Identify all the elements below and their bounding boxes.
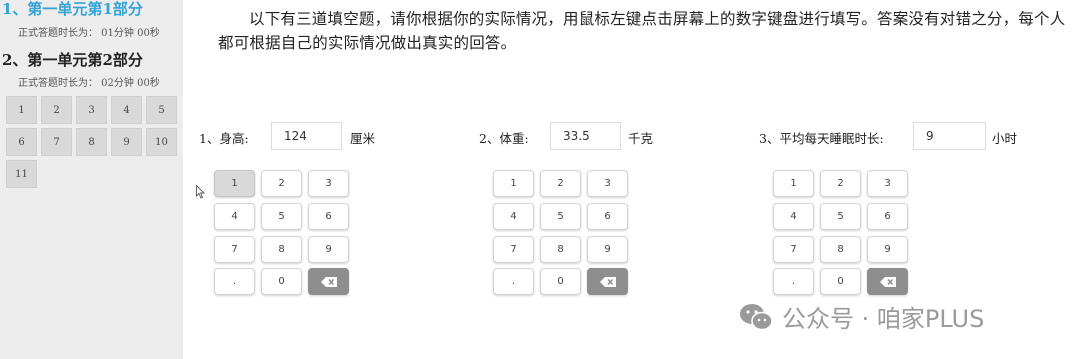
question-button-11[interactable]: 11 xyxy=(6,160,37,188)
keypad-2-key-5[interactable]: 5 xyxy=(540,203,581,230)
keypad-1-key-0[interactable]: 0 xyxy=(261,268,302,295)
keypad-1-key-4[interactable]: 4 xyxy=(214,203,255,230)
keypad-3-key-2[interactable]: 2 xyxy=(820,170,861,197)
keypad-1-key-5[interactable]: 5 xyxy=(261,203,302,230)
keypad-2-key-6[interactable]: 6 xyxy=(587,203,628,230)
keypad-1-key-6[interactable]: 6 xyxy=(308,203,349,230)
question-3-answer-field[interactable]: 9 xyxy=(913,122,986,150)
keypad-1-key-8[interactable]: 8 xyxy=(261,236,302,263)
keypad-3-key-8[interactable]: 8 xyxy=(820,236,861,263)
keypad-1: 1 2 3 4 5 6 7 8 9 . 0 xyxy=(214,170,349,298)
keypad-3-key-dot[interactable]: . xyxy=(773,268,814,295)
question-2-answer-field[interactable]: 33.5 xyxy=(550,122,621,150)
backspace-icon xyxy=(879,276,896,287)
keypad-2-key-1[interactable]: 1 xyxy=(493,170,534,197)
question-3-unit: 小时 xyxy=(992,131,1018,146)
keypad-2-key-7[interactable]: 7 xyxy=(493,236,534,263)
keypad-3-key-4[interactable]: 4 xyxy=(773,203,814,230)
keypad-3-key-3[interactable]: 3 xyxy=(867,170,908,197)
wechat-icon xyxy=(740,303,773,330)
question-button-8[interactable]: 8 xyxy=(76,128,107,156)
sidebar: 1、第一单元第1部分 正式答题时长为： 01分钟 00秒 2、第一单元第2部分 … xyxy=(0,0,183,359)
backspace-icon xyxy=(599,276,616,287)
keypad-2-key-0[interactable]: 0 xyxy=(540,268,581,295)
question-2-label: 2、体重: xyxy=(479,131,529,146)
backspace-icon xyxy=(320,276,337,287)
section-1-title[interactable]: 1、第一单元第1部分 xyxy=(2,0,143,19)
keypad-1-key-1[interactable]: 1 xyxy=(214,170,255,197)
keypad-1-key-9[interactable]: 9 xyxy=(308,236,349,263)
keypad-2-key-8[interactable]: 8 xyxy=(540,236,581,263)
instructions-text: 以下有三道填空题，请你根据你的实际情况，用鼠标左键点击屏幕上的数字键盘进行填写。… xyxy=(218,10,1066,52)
keypad-1-key-2[interactable]: 2 xyxy=(261,170,302,197)
question-button-3[interactable]: 3 xyxy=(76,96,107,124)
keypad-2-delete-button[interactable] xyxy=(587,268,628,295)
question-2-unit: 千克 xyxy=(628,131,654,146)
question-button-2[interactable]: 2 xyxy=(41,96,72,124)
question-button-5[interactable]: 5 xyxy=(146,96,177,124)
keypad-2: 1 2 3 4 5 6 7 8 9 . 0 xyxy=(493,170,628,298)
question-1-label: 1、身高: xyxy=(199,131,249,146)
mouse-cursor-icon xyxy=(196,185,206,199)
keypad-2-key-4[interactable]: 4 xyxy=(493,203,534,230)
watermark-text: 公众号 · 咱家PLUS xyxy=(782,305,985,333)
question-button-6[interactable]: 6 xyxy=(6,128,37,156)
keypad-3-key-5[interactable]: 5 xyxy=(820,203,861,230)
keypad-3-delete-button[interactable] xyxy=(867,268,908,295)
question-button-9[interactable]: 9 xyxy=(111,128,142,156)
question-1-unit: 厘米 xyxy=(350,131,376,146)
question-3-label: 3、平均每天睡眠时长: xyxy=(759,131,884,146)
keypad-3: 1 2 3 4 5 6 7 8 9 . 0 xyxy=(773,170,908,298)
keypad-3-key-1[interactable]: 1 xyxy=(773,170,814,197)
keypad-3-key-7[interactable]: 7 xyxy=(773,236,814,263)
question-1-answer-field[interactable]: 124 xyxy=(271,122,342,150)
keypad-3-key-9[interactable]: 9 xyxy=(867,236,908,263)
keypad-3-key-6[interactable]: 6 xyxy=(867,203,908,230)
section-2-duration: 正式答题时长为： 02分钟 00秒 xyxy=(18,78,160,89)
question-button-4[interactable]: 4 xyxy=(111,96,142,124)
section-1-duration: 正式答题时长为： 01分钟 00秒 xyxy=(18,28,160,39)
keypad-1-key-dot[interactable]: . xyxy=(214,268,255,295)
question-button-7[interactable]: 7 xyxy=(41,128,72,156)
keypad-3-key-0[interactable]: 0 xyxy=(820,268,861,295)
keypad-2-key-3[interactable]: 3 xyxy=(587,170,628,197)
watermark: 公众号 · 咱家PLUS xyxy=(738,299,984,334)
keypad-2-key-dot[interactable]: . xyxy=(493,268,534,295)
keypad-2-key-9[interactable]: 9 xyxy=(587,236,628,263)
question-button-10[interactable]: 10 xyxy=(146,128,177,156)
keypad-1-key-7[interactable]: 7 xyxy=(214,236,255,263)
question-button-1[interactable]: 1 xyxy=(6,96,37,124)
keypad-1-delete-button[interactable] xyxy=(308,268,349,295)
keypad-2-key-2[interactable]: 2 xyxy=(540,170,581,197)
section-2-title[interactable]: 2、第一单元第2部分 xyxy=(2,49,143,70)
keypad-1-key-3[interactable]: 3 xyxy=(308,170,349,197)
